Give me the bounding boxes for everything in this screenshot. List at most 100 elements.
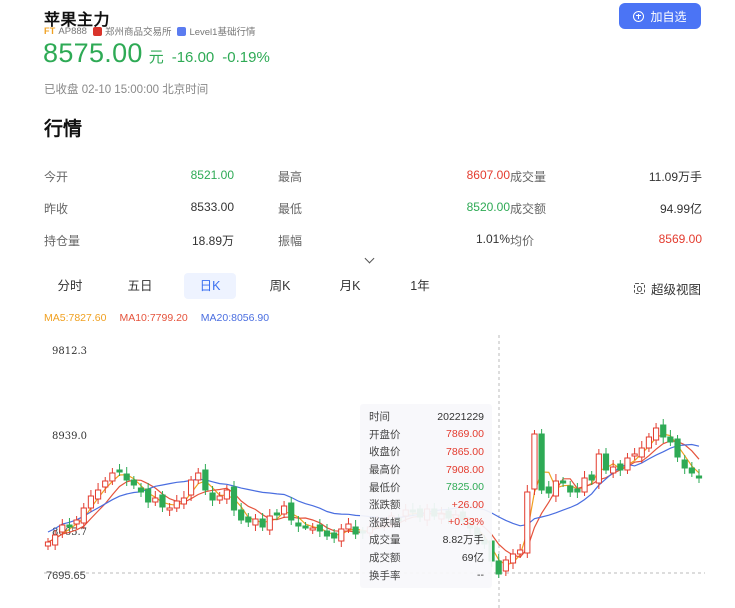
tooltip-label: 最高价 (369, 464, 401, 477)
candle-body (152, 497, 159, 503)
tooltip-label: 收盘价 (369, 446, 401, 459)
ft-badge: FT (44, 26, 56, 36)
candle-body (610, 466, 617, 474)
candle-body (187, 479, 195, 496)
y-axis-label-mid: 8939.0 (52, 431, 87, 442)
candle-body (352, 526, 359, 535)
candle-body (331, 532, 338, 539)
candle-body (245, 516, 252, 523)
exchange-name: 郑州商品交易所 (104, 27, 172, 38)
candle-body (80, 507, 87, 524)
stats-row: 昨收 8533.00 最低 8520.00 成交额 94.99亿 (44, 192, 702, 224)
tab-monthly-k[interactable]: 月K (324, 273, 376, 299)
candle-body (509, 553, 517, 564)
stat-amplitude: 振幅 1.01% (278, 232, 510, 249)
candle-body (552, 480, 560, 497)
candle-body (545, 486, 552, 494)
candle-body (52, 534, 59, 546)
price-unit: 元 (148, 49, 164, 66)
candle-body (338, 528, 345, 542)
tab-weekly-k[interactable]: 周K (254, 273, 306, 299)
stat-value: 8607.00 (466, 167, 510, 182)
tooltip-value: 7908.00 (446, 463, 484, 476)
candle-body (517, 549, 524, 555)
candle-body (259, 518, 266, 528)
candle-body (674, 438, 681, 458)
tooltip-label: 时间 (369, 411, 390, 424)
ma-legend: MA5:7827.60 MA10:7799.20 MA20:8056.90 (44, 312, 269, 324)
candle-body (87, 495, 95, 509)
candle-body (495, 560, 502, 575)
tooltip-value: 7869.00 (446, 428, 484, 441)
tooltip-value: 8.82万手 (442, 534, 484, 547)
candle-body (94, 489, 102, 500)
add-to-watchlist-button[interactable]: 加自选 (619, 3, 701, 29)
stat-label: 最高 (278, 169, 303, 184)
stat-label: 成交量 (510, 169, 547, 184)
candle-body (295, 522, 302, 527)
candle-body (288, 502, 295, 521)
candle-body (617, 463, 624, 471)
tab-five-day[interactable]: 五日 (114, 273, 166, 299)
candle-body (688, 467, 695, 474)
candle-body (209, 492, 216, 501)
last-price: 8575.00 (43, 38, 143, 68)
tooltip-value: +26.00 (451, 498, 484, 511)
tooltip-row-change: 涨跌额 +26.00 (369, 496, 484, 514)
stat-high: 最高 8607.00 (278, 168, 510, 185)
super-view-label: 超级视图 (650, 283, 701, 297)
candle-body (595, 453, 602, 484)
tooltip-row-open: 开盘价 7869.00 (369, 426, 484, 444)
stat-label: 均价 (510, 233, 535, 248)
stats-grid: 今开 8521.00 最高 8607.00 成交量 11.09万手 昨收 853… (44, 160, 702, 256)
level-item: Level1基础行情 (177, 24, 255, 38)
tooltip-label: 换手率 (369, 569, 401, 582)
instrument-code: AP888 (58, 25, 87, 37)
tooltip-label: 成交量 (369, 534, 401, 547)
candle-body (695, 475, 703, 479)
tab-daily-k[interactable]: 日K (184, 273, 236, 299)
kline-tooltip: 时间 20221229 开盘价 7869.00 收盘价 7865.00 最高价 … (360, 404, 492, 588)
candle-body (145, 488, 152, 503)
stat-label: 最低 (278, 201, 303, 216)
tooltip-value: 7825.00 (446, 481, 484, 494)
candle-body (159, 494, 166, 508)
tooltip-label: 成交额 (369, 552, 401, 565)
stat-value: 1.01% (475, 231, 510, 246)
tooltip-label: 涨跌额 (369, 499, 401, 512)
tooltip-row-low: 最低价 7825.00 (369, 478, 484, 496)
price-change: -16.00 (171, 49, 215, 66)
candle-body (624, 457, 631, 471)
stat-value: 8521.00 (190, 167, 234, 182)
ma5-label: MA5:7827.60 (44, 312, 107, 324)
candle-body (502, 559, 509, 572)
stat-label: 今开 (44, 169, 69, 184)
tab-intraday[interactable]: 分时 (44, 273, 96, 299)
stat-value: 8520.00 (466, 199, 510, 214)
y-axis-label-top: 9812.3 (52, 346, 87, 357)
stat-label: 成交额 (510, 201, 547, 216)
ma10-label: MA10:7799.20 (119, 312, 188, 324)
tooltip-row-turnover-rate: 换手率 -- (369, 566, 484, 584)
tooltip-label: 涨跌幅 (369, 516, 401, 529)
candle-body (230, 486, 238, 511)
instrument-code-wrap: FT AP888 (44, 26, 87, 37)
price-change-pct: -0.19% (222, 49, 270, 66)
plus-circle-icon (633, 10, 645, 22)
tooltip-value: -- (477, 569, 484, 582)
candle-body (681, 459, 688, 469)
tooltip-row-time: 时间 20221229 (369, 408, 484, 426)
tab-one-year[interactable]: 1年 (394, 273, 446, 299)
tooltip-value: 7865.00 (446, 445, 484, 458)
candle-body (652, 427, 660, 441)
level-name: Level1基础行情 (189, 27, 256, 38)
candle-body (538, 433, 545, 491)
candle-body (574, 488, 581, 493)
super-view-button[interactable]: 超级视图 (633, 279, 701, 298)
market-status: 已收盘 02-10 15:00:00 北京时间 (44, 84, 209, 96)
tooltip-value: +0.33% (448, 516, 484, 529)
ma20-label: MA20:8056.90 (200, 312, 270, 324)
stat-turnover: 成交额 94.99亿 (510, 200, 702, 217)
candle-body (524, 491, 531, 554)
tooltip-row-change-pct: 涨跌幅 +0.33% (369, 514, 484, 532)
